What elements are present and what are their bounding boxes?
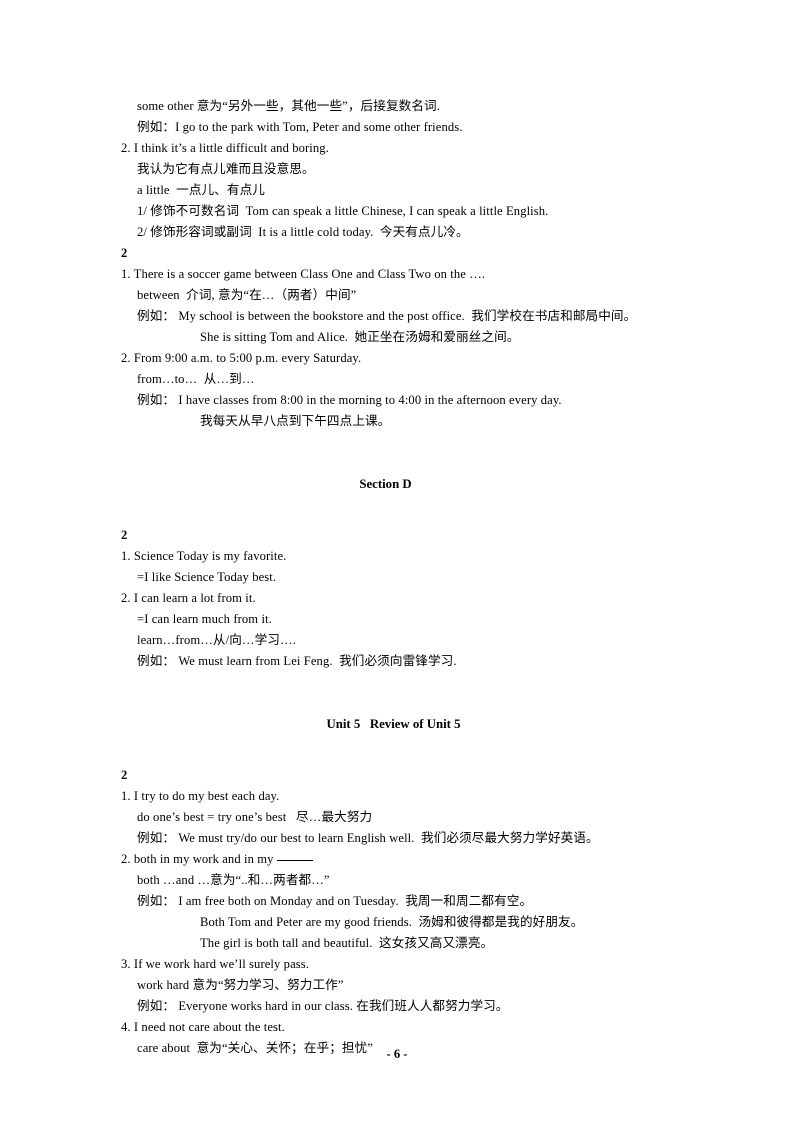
fill-in-blank — [276, 860, 313, 861]
text-line: =I like Science Today best. — [137, 570, 277, 584]
vertical-spacer — [121, 672, 674, 714]
text-line: Both Tom and Peter are my good friends. … — [200, 915, 584, 929]
text-line: She is sitting Tom and Alice. 她正坐在汤姆和爱丽丝… — [200, 330, 520, 344]
exercise-number-heading: 2 — [121, 528, 128, 542]
text-line: both …and …意为“..和…两者都…” — [137, 873, 330, 887]
text-line: 1. There is a soccer game between Class … — [121, 267, 486, 281]
text-line: 例如： I am free both on Monday and on Tues… — [137, 894, 533, 908]
text-line: 例如： We must try/do our best to learn Eng… — [137, 831, 599, 845]
text-line: 我每天从早八点到下午四点上课。 — [200, 414, 391, 428]
text-line: =I can learn much from it. — [137, 612, 272, 626]
text-line: 4. I need not care about the test. — [121, 1020, 285, 1034]
text-line: work hard 意为“努力学习、努力工作” — [137, 978, 344, 992]
document-body: some other 意为“另外一些，其他一些”，后接复数名词. 例如：I go … — [121, 96, 674, 1059]
text-line: from…to… 从…到… — [137, 372, 255, 386]
text-line: 我认为它有点儿难而且没意思。 — [137, 162, 315, 176]
text-line: 2. From 9:00 a.m. to 5:00 p.m. every Sat… — [121, 351, 362, 365]
text-line: 例如： Everyone works hard in our class. 在我… — [137, 999, 509, 1013]
text-line: a little 一点儿、有点儿 — [137, 183, 265, 197]
vertical-spacer — [121, 432, 674, 474]
exercise-number-heading: 2 — [121, 246, 128, 260]
section-heading: Section D — [359, 477, 412, 491]
vertical-spacer — [121, 735, 674, 765]
exercise-number-heading: 2 — [121, 768, 128, 782]
text-line: between 介词, 意为“在…（两者）中间” — [137, 288, 357, 302]
text-line: 1. I try to do my best each day. — [121, 789, 280, 803]
text-line: some other 意为“另外一些，其他一些”，后接复数名词. — [137, 99, 440, 113]
text-line: learn…from…从/向…学习…. — [137, 633, 296, 647]
text-line: do one’s best = try one’s best 尽…最大努力 — [137, 810, 373, 824]
text-line: 例如： We must learn from Lei Feng. 我们必须向雷锋… — [137, 654, 457, 668]
text-line-segment: 2. both in my work and in my — [121, 852, 277, 866]
text-line: The girl is both tall and beautiful. 这女孩… — [200, 936, 494, 950]
document-page: some other 意为“另外一些，其他一些”，后接复数名词. 例如：I go … — [0, 0, 794, 1123]
text-line: 1. Science Today is my favorite. — [121, 549, 287, 563]
text-line: 2. I think it’s a little difficult and b… — [121, 141, 329, 155]
text-line: 2. I can learn a lot from it. — [121, 591, 256, 605]
page-number: - 6 - — [386, 1047, 408, 1061]
section-heading: Unit 5 Review of Unit 5 — [326, 717, 461, 731]
text-line: 例如： I have classes from 8:00 in the morn… — [137, 393, 562, 407]
text-line: 例如：I go to the park with Tom, Peter and … — [137, 120, 463, 134]
text-line-with-blank: 2. both in my work and in my — [121, 849, 674, 870]
text-line: 例如： My school is between the bookstore a… — [137, 309, 637, 323]
vertical-spacer — [121, 495, 674, 525]
text-line: 3. If we work hard we’ll surely pass. — [121, 957, 310, 971]
text-line: 2/ 修饰形容词或副词 It is a little cold today. 今… — [137, 225, 469, 239]
text-line: 1/ 修饰不可数名词 Tom can speak a little Chines… — [137, 204, 549, 218]
